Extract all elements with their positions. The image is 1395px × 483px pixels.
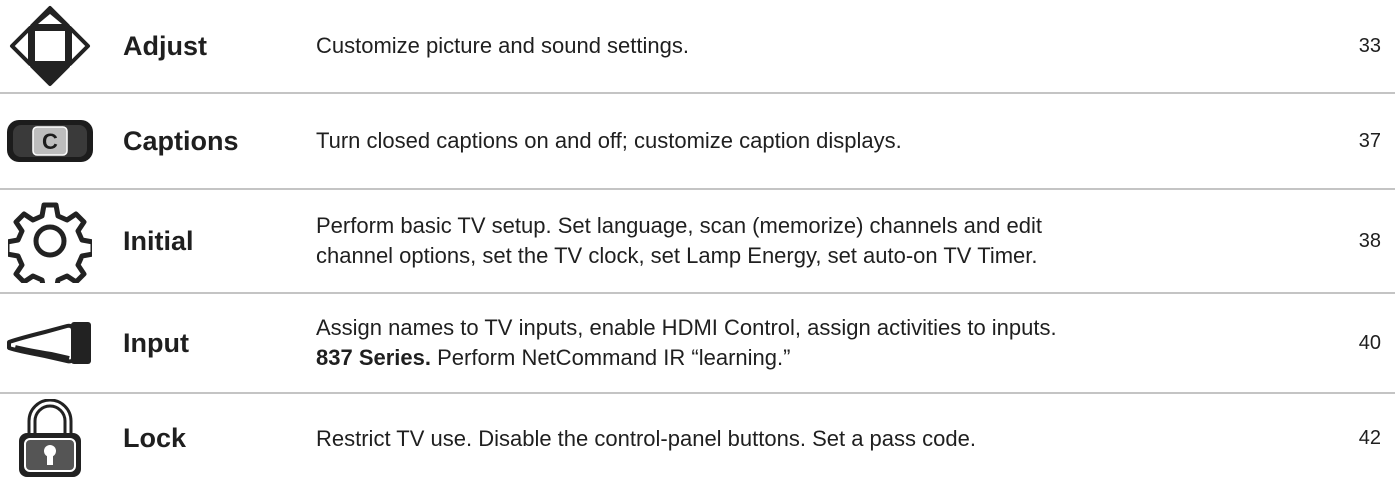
menu-description-captions: Turn closed captions on and off; customi…: [316, 128, 902, 153]
menu-row-initial: Initial Perform basic TV setup. Set lang…: [0, 190, 1395, 292]
menu-page-lock: 42: [1358, 427, 1381, 449]
menu-name-initial: Initial: [123, 225, 194, 256]
adjust-arrows-icon: [0, 0, 100, 92]
menu-description-lock: Restrict TV use. Disable the control-pan…: [316, 425, 976, 451]
description-text: Perform NetCommand IR “learning.”: [430, 345, 791, 370]
series-label: 837 Series.: [316, 345, 431, 370]
gear-icon: [0, 190, 100, 292]
menu-page-initial: 38: [1358, 229, 1381, 252]
description-line: channel options, set the TV clock, set L…: [316, 243, 1038, 268]
menu-row-input: Input Assign names to TV inputs, enable …: [0, 294, 1395, 392]
menu-row-adjust: Adjust Customize picture and sound setti…: [0, 0, 1395, 92]
menu-page-input: 40: [1358, 331, 1381, 354]
menu-name-adjust: Adjust: [123, 30, 207, 61]
menu-page-adjust: 33: [1358, 34, 1381, 57]
description-line: Perform basic TV setup. Set language, sc…: [316, 213, 1042, 238]
description-line: 837 Series. Perform NetCommand IR “learn…: [316, 343, 1266, 373]
padlock-icon: [0, 394, 100, 483]
menu-row-lock: Lock Restrict TV use. Disable the contro…: [0, 394, 1395, 483]
menu-reference-table: Adjust Customize picture and sound setti…: [0, 0, 1395, 483]
description-line: Assign names to TV inputs, enable HDMI C…: [316, 315, 1057, 340]
input-plug-icon: [0, 294, 100, 392]
menu-description-adjust: Customize picture and sound settings.: [316, 33, 689, 58]
svg-text:C: C: [42, 129, 58, 154]
menu-name-captions: Captions: [123, 125, 239, 156]
menu-name-lock: Lock: [123, 423, 187, 453]
menu-page-captions: 37: [1358, 129, 1381, 152]
captions-c-icon: C: [0, 94, 100, 188]
menu-row-captions: C Captions Turn closed captions on and o…: [0, 94, 1395, 188]
menu-description-initial: Perform basic TV setup. Set language, sc…: [316, 211, 1266, 271]
menu-name-input: Input: [123, 327, 189, 358]
menu-description-input: Assign names to TV inputs, enable HDMI C…: [316, 313, 1266, 373]
